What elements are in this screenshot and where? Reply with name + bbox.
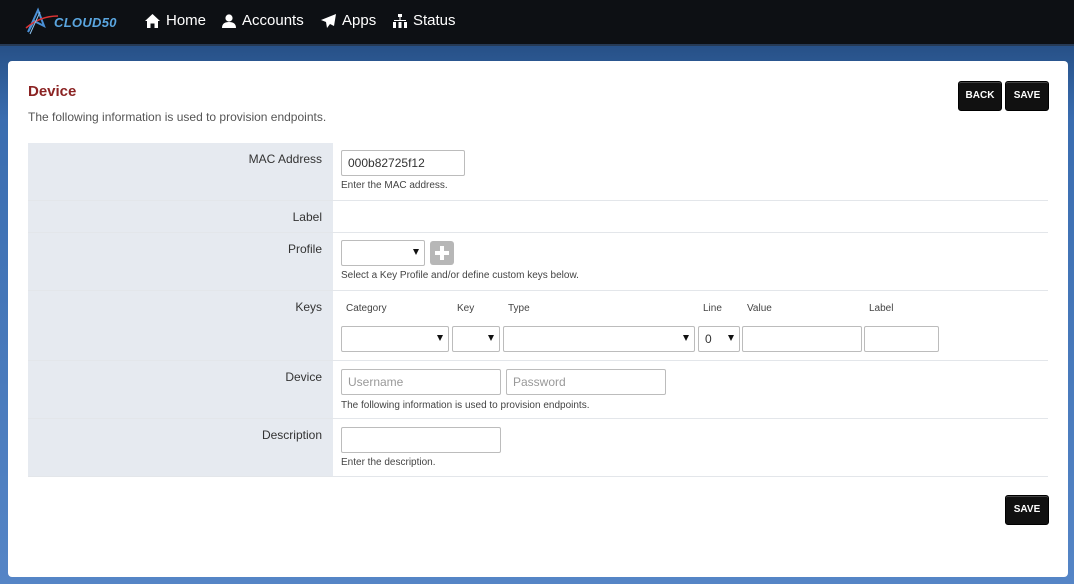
page-subtitle: The following information is used to pro… — [28, 110, 327, 124]
key-type-select[interactable] — [503, 326, 695, 352]
profile-row: Profile Select a Key Profile and/or defi… — [28, 233, 1048, 291]
nav-apps[interactable]: Apps — [321, 11, 376, 31]
chevron-down-icon — [413, 249, 419, 255]
device-label-cell: Device — [28, 361, 333, 418]
key-label-input[interactable] — [864, 326, 939, 352]
mac-address-help: Enter the MAC address. — [341, 180, 448, 191]
label-row: Label — [28, 201, 1048, 233]
description-row: Description Enter the description. — [28, 419, 1048, 477]
keys-col-label: Label — [869, 303, 894, 314]
back-button[interactable]: BACK — [958, 81, 1002, 111]
keys-col-category: Category — [346, 303, 387, 314]
chevron-down-icon — [683, 335, 689, 341]
keys-col-line: Line — [703, 303, 722, 314]
username-input[interactable] — [341, 369, 501, 395]
profile-label-cell: Profile — [28, 233, 333, 290]
key-line-select[interactable]: 0 — [698, 326, 740, 352]
chevron-down-icon — [437, 335, 443, 341]
description-label-cell: Description — [28, 419, 333, 476]
mac-address-row: MAC Address Enter the MAC address. — [28, 143, 1048, 201]
label-label-cell: Label — [28, 201, 333, 232]
logo[interactable]: CLOUD50 — [24, 6, 117, 36]
user-icon — [222, 14, 236, 28]
nav-apps-label: Apps — [342, 12, 377, 29]
add-profile-button[interactable] — [430, 241, 454, 265]
key-line-value: 0 — [705, 332, 712, 346]
save-button[interactable]: SAVE — [1005, 81, 1049, 111]
password-input[interactable] — [506, 369, 666, 395]
device-row: Device The following information is used… — [28, 361, 1048, 419]
top-navbar: CLOUD50 Home Accounts Apps Status — [0, 0, 1074, 46]
nav-status[interactable]: Status — [393, 11, 456, 31]
mac-address-input[interactable] — [341, 150, 465, 176]
description-label: Description — [261, 428, 322, 442]
chevron-down-icon — [728, 335, 734, 341]
plus-icon — [435, 246, 449, 260]
mac-address-label: MAC Address — [248, 152, 322, 166]
keys-col-key: Key — [457, 303, 475, 314]
device-label: Device — [285, 370, 322, 384]
label-label: Label — [292, 210, 322, 224]
device-help: The following information is used to pro… — [341, 400, 590, 411]
nav-status-label: Status — [413, 12, 456, 29]
keys-col-value: Value — [747, 303, 772, 314]
mac-address-label-cell: MAC Address — [28, 143, 333, 200]
description-input[interactable] — [341, 427, 501, 453]
key-value-input[interactable] — [742, 326, 862, 352]
sitemap-icon — [393, 14, 407, 28]
description-help: Enter the description. — [341, 457, 436, 468]
keys-label-cell: Keys — [28, 291, 333, 360]
paper-plane-icon — [321, 14, 336, 28]
profile-label: Profile — [287, 242, 322, 256]
profile-help: Select a Key Profile and/or define custo… — [341, 270, 579, 281]
device-panel: Device The following information is used… — [8, 61, 1068, 577]
nav-accounts[interactable]: Accounts — [222, 11, 304, 31]
profile-select[interactable] — [341, 240, 425, 266]
page-title: Device — [28, 83, 77, 100]
logo-text: CLOUD50 — [54, 15, 117, 30]
keys-row: Keys Category Key Type Line Value Label … — [28, 291, 1048, 361]
key-key-select[interactable] — [452, 326, 500, 352]
home-icon — [145, 14, 160, 28]
keys-label: Keys — [295, 300, 322, 314]
nav-home-label: Home — [166, 12, 207, 29]
save-bottom-button[interactable]: SAVE — [1005, 495, 1049, 525]
nav-accounts-label: Accounts — [242, 12, 304, 29]
nav-home[interactable]: Home — [145, 11, 206, 31]
chevron-down-icon — [488, 335, 494, 341]
key-category-select[interactable] — [341, 326, 449, 352]
keys-col-type: Type — [508, 303, 530, 314]
